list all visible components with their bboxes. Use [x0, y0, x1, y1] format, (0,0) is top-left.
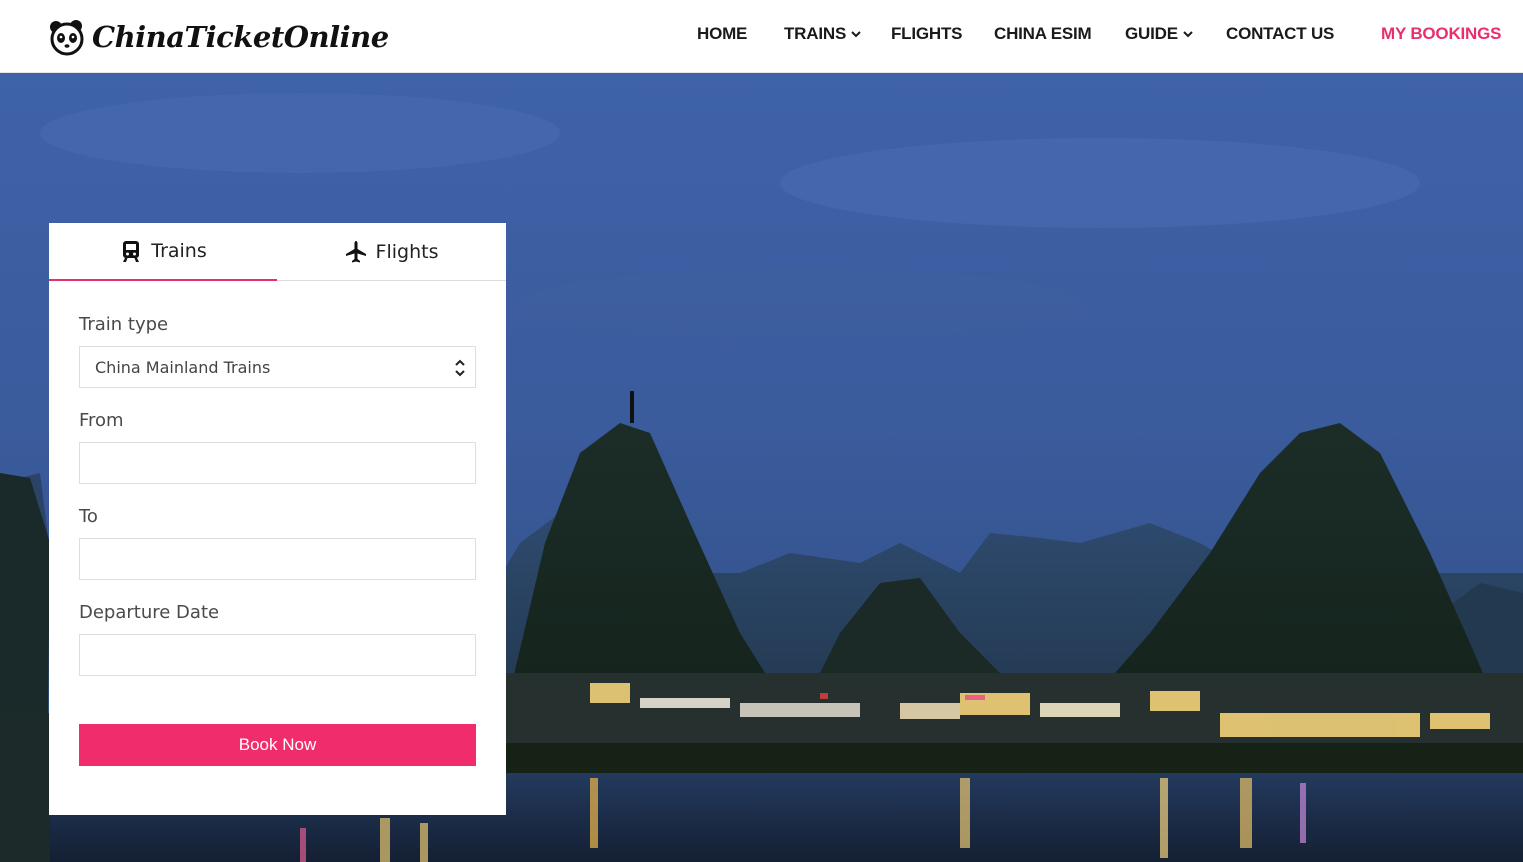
train-type-select[interactable]: China Mainland Trains — [79, 346, 476, 388]
from-input[interactable] — [80, 443, 475, 483]
train-type-value: China Mainland Trains — [95, 357, 271, 377]
to-field[interactable] — [79, 538, 476, 580]
nav-flights-label: FLIGHTS — [891, 24, 963, 43]
to-input[interactable] — [80, 539, 475, 579]
train-type-label: Train type — [79, 314, 169, 335]
booking-card: Trains Flights Train type China Mainland… — [49, 223, 506, 815]
nav-trains-label: TRAINS — [784, 24, 847, 43]
book-now-button[interactable]: Book Now — [79, 724, 476, 766]
nav-guide-label: GUIDE — [1125, 24, 1178, 43]
booking-tabs: Trains Flights — [49, 223, 506, 281]
nav-china-esim[interactable]: CHINA ESIM — [994, 24, 1092, 44]
nav-home-label: HOME — [697, 24, 748, 43]
departure-date-label: Departure Date — [79, 602, 220, 623]
from-label: From — [79, 410, 124, 431]
chevron-up-down-icon — [455, 359, 465, 377]
chevron-down-icon — [1183, 31, 1193, 38]
nav-home[interactable]: HOME — [697, 24, 747, 44]
departure-date-input[interactable] — [80, 635, 475, 675]
tab-flights-label: Flights — [375, 241, 439, 263]
tab-flights[interactable]: Flights — [277, 223, 505, 281]
tab-trains[interactable]: Trains — [49, 223, 277, 281]
nav-flights[interactable]: FLIGHTS — [891, 24, 963, 44]
nav-my-bookings-label: MY BOOKINGS — [1381, 24, 1502, 43]
airplane-icon — [345, 241, 366, 263]
nav-contact-us-label: CONTACT US — [1226, 24, 1335, 43]
to-label: To — [79, 506, 98, 527]
tab-trains-label: Trains — [151, 240, 207, 262]
chevron-down-icon — [851, 31, 861, 38]
from-field[interactable] — [79, 442, 476, 484]
nav-trains[interactable]: TRAINS — [784, 24, 862, 44]
nav-contact-us[interactable]: CONTACT US — [1226, 24, 1334, 44]
main-nav: HOME TRAINS FLIGHTS CHINA ESIM GUIDE CON… — [0, 24, 1523, 48]
departure-date-field[interactable] — [79, 634, 476, 676]
site-header: ChinaTicketOnline HOME TRAINS FLIGHTS CH… — [0, 0, 1523, 73]
nav-china-esim-label: CHINA ESIM — [994, 24, 1092, 43]
nav-guide[interactable]: GUIDE — [1125, 24, 1194, 44]
nav-my-bookings[interactable]: MY BOOKINGS — [1381, 24, 1501, 44]
train-icon — [123, 241, 140, 262]
